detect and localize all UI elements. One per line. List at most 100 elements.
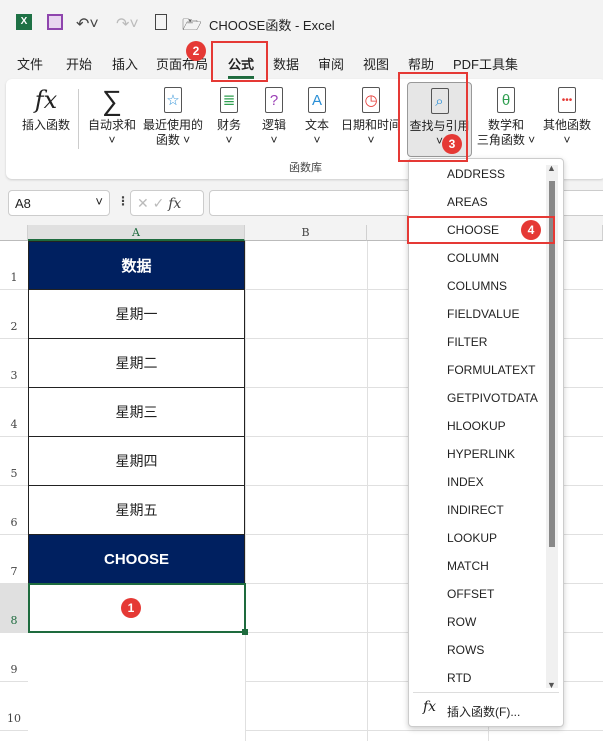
cell-a5[interactable]: 星期四 [28, 437, 245, 486]
row-header-3[interactable]: 3 [0, 339, 28, 388]
dropdown-item-fieldvalue[interactable]: FIELDVALUE [447, 307, 519, 321]
dropdown-item-lookup[interactable]: LOOKUP [447, 531, 497, 545]
row-header-7[interactable]: 7 [0, 535, 28, 584]
gridline [245, 241, 246, 741]
tab-pdf-tools[interactable]: PDF工具集 [453, 54, 518, 73]
tab-review[interactable]: 审阅 [318, 54, 344, 73]
question-icon: ? [265, 87, 283, 113]
row-header-10[interactable]: 10 [0, 682, 28, 731]
gridline [367, 241, 368, 741]
row-header-8[interactable]: 8 [0, 584, 28, 633]
cancel-icon[interactable]: ✕ [137, 195, 149, 211]
dropdown-item-hyperlink[interactable]: HYPERLINK [447, 447, 515, 461]
new-file-icon[interactable] [155, 14, 167, 30]
undo-icon[interactable]: ↶˅ [76, 14, 99, 34]
enter-icon[interactable]: ✓ [153, 195, 165, 211]
dropdown-item-areas[interactable]: AREAS [447, 195, 488, 209]
cell-a6[interactable]: 星期五 [28, 486, 245, 535]
group-label: 函数库 [289, 162, 322, 174]
tab-home[interactable]: 开始 [66, 54, 92, 73]
dropdown-item-index[interactable]: INDEX [447, 475, 484, 489]
dropdown-item-rtd[interactable]: RTD [447, 671, 471, 685]
label: 数学和 [487, 118, 524, 132]
dropdown-item-rows[interactable]: ROWS [447, 643, 484, 657]
step-badge-2: 2 [186, 41, 206, 61]
cell-a1[interactable]: 数据 [28, 241, 245, 290]
dropdown-item-offset[interactable]: OFFSET [447, 587, 494, 601]
label: 最近使用的 [142, 118, 203, 132]
label: 其他函数 [542, 118, 591, 132]
chevron-down-icon[interactable]: ˅ [95, 194, 103, 209]
dropdown-item-columns[interactable]: COLUMNS [447, 279, 507, 293]
cell-a2[interactable]: 星期一 [28, 290, 245, 339]
dropdown-item-match[interactable]: MATCH [447, 559, 489, 573]
insert-function-menu-item[interactable]: 插入函数(F)... [447, 703, 520, 720]
name-box[interactable]: A8 ˅ [8, 190, 110, 216]
recent-functions-button[interactable]: ☆ 最近使用的 函数 ˅ [140, 85, 206, 148]
dropdown-item-getpivotdata[interactable]: GETPIVOTDATA [447, 391, 538, 405]
cell-a4[interactable]: 星期三 [28, 388, 245, 437]
star-icon: ☆ [164, 87, 182, 113]
more-functions-button[interactable]: ••• 其他函数 ˅ [539, 85, 595, 148]
label: 逻辑 [261, 118, 286, 132]
row-header-5[interactable]: 5 [0, 437, 28, 486]
fill-handle[interactable] [242, 629, 248, 635]
fx-icon[interactable]: fx [168, 196, 181, 212]
label: 日期和时间 [340, 118, 401, 132]
text-button[interactable]: A 文本 ˅ [297, 85, 337, 148]
financial-button[interactable]: ≣ 财务 ˅ [209, 85, 249, 148]
row-header-4[interactable]: 4 [0, 388, 28, 437]
more-icon[interactable]: ⋮ [117, 194, 129, 208]
tab-file[interactable]: 文件 [17, 54, 43, 73]
fx-icon: fx [423, 699, 437, 715]
dropdown-item-filter[interactable]: FILTER [447, 335, 487, 349]
autosum-button[interactable]: ∑ 自动求和 ˅ [84, 85, 140, 148]
math-trig-button[interactable]: θ 数学和 三角函数 ˅ [474, 85, 538, 148]
row-header-9[interactable]: 9 [0, 633, 28, 682]
select-all-corner[interactable] [0, 225, 28, 241]
scroll-down-icon[interactable]: ▼ [547, 680, 556, 690]
dropdown-item-row[interactable]: ROW [447, 615, 476, 629]
cell-a7[interactable]: CHOOSE [28, 535, 245, 584]
dropdown-item-hlookup[interactable]: HLOOKUP [447, 419, 506, 433]
datetime-button[interactable]: ◷ 日期和时间 ˅ [340, 85, 402, 148]
fx-icon: fx [34, 85, 58, 114]
highlight-formulas-tab [211, 41, 268, 82]
excel-logo-icon: X [16, 14, 32, 30]
dropdown-item-formulatext[interactable]: FORMULATEXT [447, 363, 535, 377]
dropdown-item-column[interactable]: COLUMN [447, 251, 499, 265]
dots-icon: ••• [558, 87, 576, 113]
tab-data[interactable]: 数据 [273, 54, 299, 73]
row-header-1[interactable]: 1 [0, 241, 28, 290]
tab-view[interactable]: 视图 [363, 54, 389, 73]
logical-button[interactable]: ? 逻辑 ˅ [254, 85, 294, 148]
step-badge-3: 3 [442, 134, 462, 154]
sigma-icon: ∑ [102, 84, 122, 116]
name-box-value: A8 [15, 196, 31, 211]
step-badge-4: 4 [521, 220, 541, 240]
theta-icon: θ [497, 87, 515, 113]
divider [413, 692, 559, 693]
tab-help[interactable]: 帮助 [408, 54, 434, 73]
cell-a3[interactable]: 星期二 [28, 339, 245, 388]
customize-qat-icon[interactable]: ⩡ [187, 16, 193, 29]
dropdown-item-address[interactable]: ADDRESS [447, 167, 505, 181]
gridline [245, 730, 603, 731]
column-header-b[interactable]: B [245, 225, 367, 241]
dropdown-item-indirect[interactable]: INDIRECT [447, 503, 504, 517]
column-header-a[interactable]: A [28, 225, 245, 241]
save-icon[interactable] [47, 14, 63, 30]
insert-function-button[interactable]: fx 插入函数 [18, 85, 74, 133]
row-header-2[interactable]: 2 [0, 290, 28, 339]
divider [78, 89, 79, 149]
tab-insert[interactable]: 插入 [112, 54, 138, 73]
scroll-up-icon[interactable]: ▲ [547, 163, 556, 173]
label: 插入函数 [21, 118, 70, 132]
label: 文本 [304, 118, 329, 132]
window-title: CHOOSE函数 - Excel [209, 18, 335, 33]
coins-icon: ≣ [220, 87, 238, 113]
label: 财务 [216, 118, 241, 132]
clock-icon: ◷ [362, 87, 380, 113]
redo-icon[interactable]: ↷˅ [116, 14, 139, 34]
row-header-6[interactable]: 6 [0, 486, 28, 535]
